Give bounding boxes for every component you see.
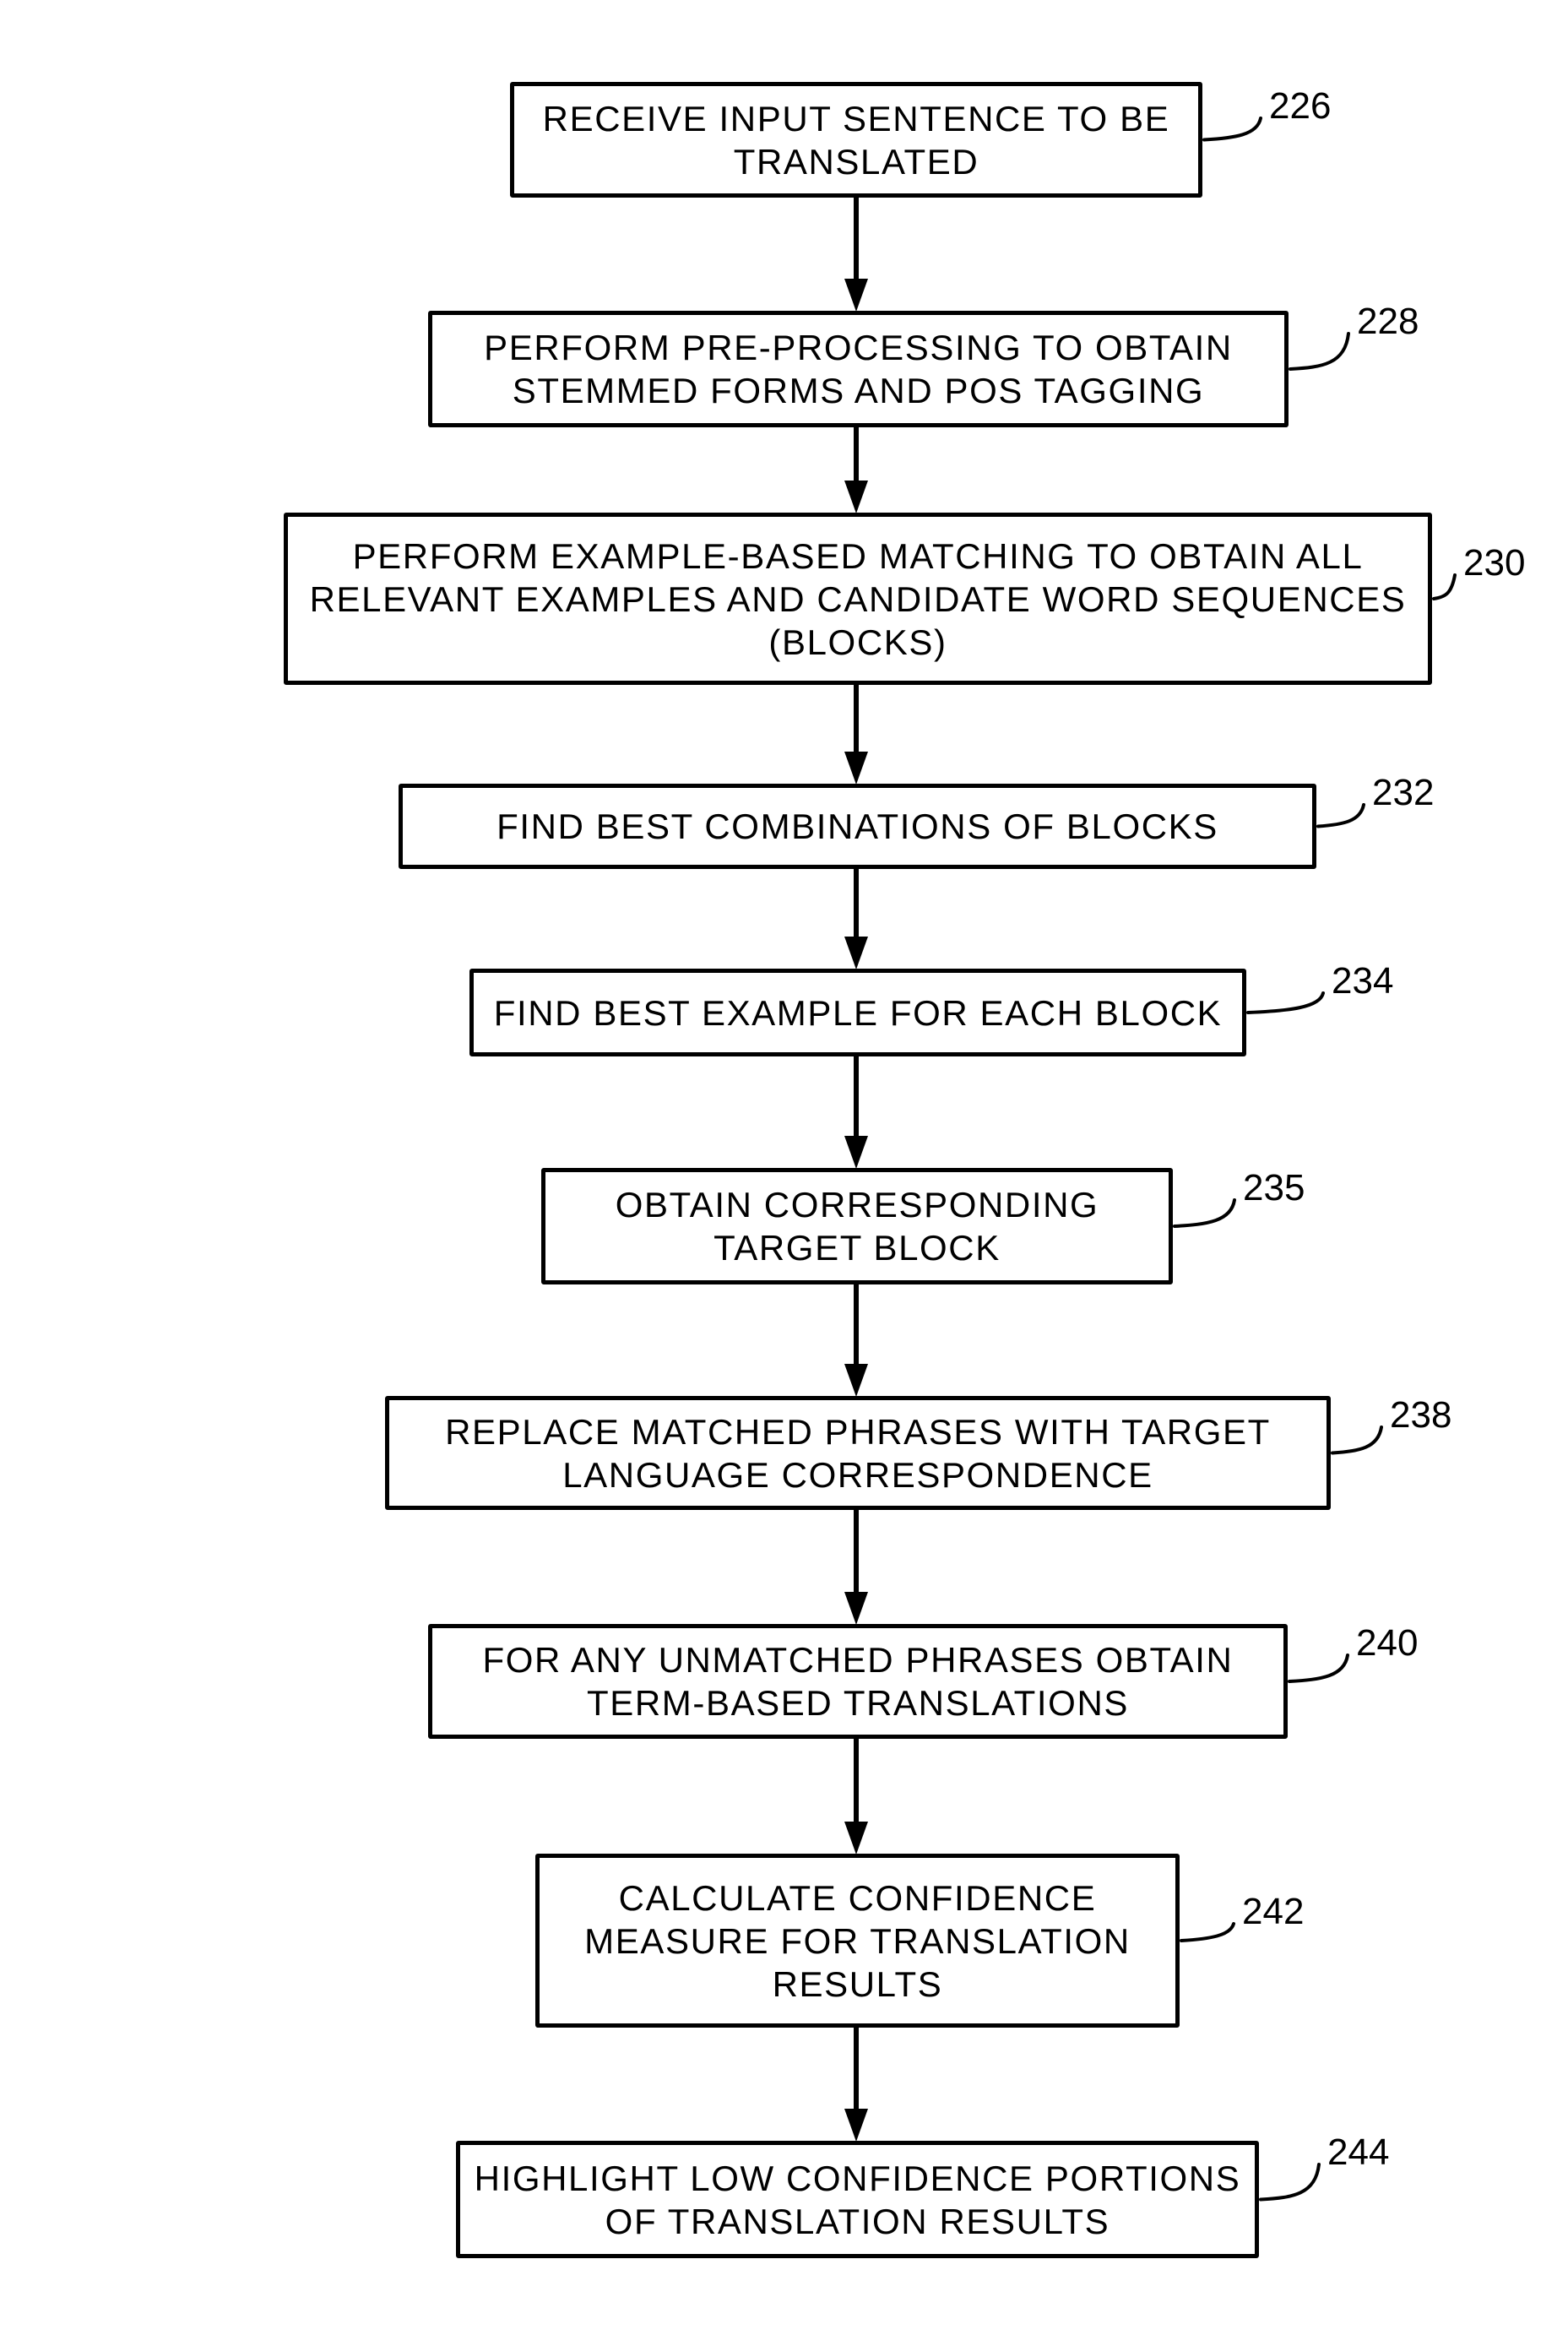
leader-line-234 bbox=[1246, 991, 1325, 1014]
leader-line-238 bbox=[1331, 1426, 1383, 1455]
leader-line-242 bbox=[1180, 1922, 1235, 1942]
arrowhead-235-to-238 bbox=[844, 1364, 868, 1397]
ref-label-242: 242 bbox=[1242, 1891, 1305, 1932]
step-text-238: REPLACE MATCHED PHRASES WITH TARGET LANG… bbox=[445, 1411, 1271, 1495]
step-box-234: FIND BEST EXAMPLE FOR EACH BLOCK bbox=[469, 969, 1246, 1056]
step-text-240: FOR ANY UNMATCHED PHRASES OBTAIN TERM-BA… bbox=[482, 1640, 1234, 1723]
ref-label-240: 240 bbox=[1356, 1622, 1419, 1664]
ref-label-226: 226 bbox=[1269, 85, 1332, 127]
flowchart: RECEIVE INPUT SENTENCE TO BE TRANSLATED … bbox=[0, 0, 1568, 2346]
step-box-230: PERFORM EXAMPLE-BASED MATCHING TO OBTAIN… bbox=[284, 513, 1432, 685]
arrowhead-228-to-230 bbox=[844, 481, 868, 513]
leader-line-228 bbox=[1289, 332, 1350, 371]
step-text-226: RECEIVE INPUT SENTENCE TO BE TRANSLATED bbox=[542, 98, 1170, 182]
step-box-232: FIND BEST COMBINATIONS OF BLOCKS bbox=[399, 784, 1316, 869]
arrowhead-230-to-232 bbox=[844, 752, 868, 785]
step-text-228: PERFORM PRE-PROCESSING TO OBTAIN STEMMED… bbox=[484, 328, 1233, 410]
arrowhead-234-to-235 bbox=[844, 1136, 868, 1169]
ref-label-244: 244 bbox=[1327, 2131, 1390, 2173]
leader-line-232 bbox=[1316, 803, 1365, 828]
leader-line-226 bbox=[1202, 117, 1262, 142]
step-box-244: HIGHLIGHT LOW CONFIDENCE PORTIONS OF TRA… bbox=[456, 2141, 1259, 2258]
step-box-240: FOR ANY UNMATCHED PHRASES OBTAIN TERM-BA… bbox=[428, 1624, 1288, 1739]
leader-line-235 bbox=[1173, 1198, 1236, 1228]
leader-line-244 bbox=[1259, 2163, 1321, 2202]
step-text-244: HIGHLIGHT LOW CONFIDENCE PORTIONS OF TRA… bbox=[474, 2158, 1241, 2241]
ref-label-238: 238 bbox=[1390, 1394, 1452, 1436]
step-box-242: CALCULATE CONFIDENCE MEASURE FOR TRANSLA… bbox=[535, 1854, 1180, 2028]
ref-label-232: 232 bbox=[1372, 772, 1435, 813]
arrowhead-242-to-244 bbox=[844, 2109, 868, 2142]
step-text-232: FIND BEST COMBINATIONS OF BLOCKS bbox=[496, 806, 1218, 846]
leader-line-240 bbox=[1288, 1654, 1349, 1683]
step-box-235: OBTAIN CORRESPONDING TARGET BLOCK bbox=[541, 1168, 1173, 1284]
step-box-228: PERFORM PRE-PROCESSING TO OBTAIN STEMMED… bbox=[428, 311, 1289, 427]
ref-label-235: 235 bbox=[1243, 1167, 1305, 1208]
arrowhead-238-to-240 bbox=[844, 1592, 868, 1625]
step-box-238: REPLACE MATCHED PHRASES WITH TARGET LANG… bbox=[385, 1396, 1331, 1510]
ref-label-230: 230 bbox=[1463, 542, 1526, 584]
arrowhead-240-to-242 bbox=[844, 1822, 868, 1855]
step-text-235: OBTAIN CORRESPONDING TARGET BLOCK bbox=[615, 1185, 1099, 1268]
step-text-230: PERFORM EXAMPLE-BASED MATCHING TO OBTAIN… bbox=[309, 535, 1407, 662]
step-box-226: RECEIVE INPUT SENTENCE TO BE TRANSLATED bbox=[510, 82, 1202, 198]
leader-line-230 bbox=[1432, 573, 1457, 600]
step-text-242: CALCULATE CONFIDENCE MEASURE FOR TRANSLA… bbox=[584, 1877, 1131, 2004]
arrowhead-226-to-228 bbox=[844, 279, 868, 312]
step-text-234: FIND BEST EXAMPLE FOR EACH BLOCK bbox=[493, 992, 1223, 1033]
ref-label-234: 234 bbox=[1332, 960, 1394, 1002]
ref-label-228: 228 bbox=[1357, 301, 1419, 342]
arrowhead-232-to-234 bbox=[844, 937, 868, 969]
